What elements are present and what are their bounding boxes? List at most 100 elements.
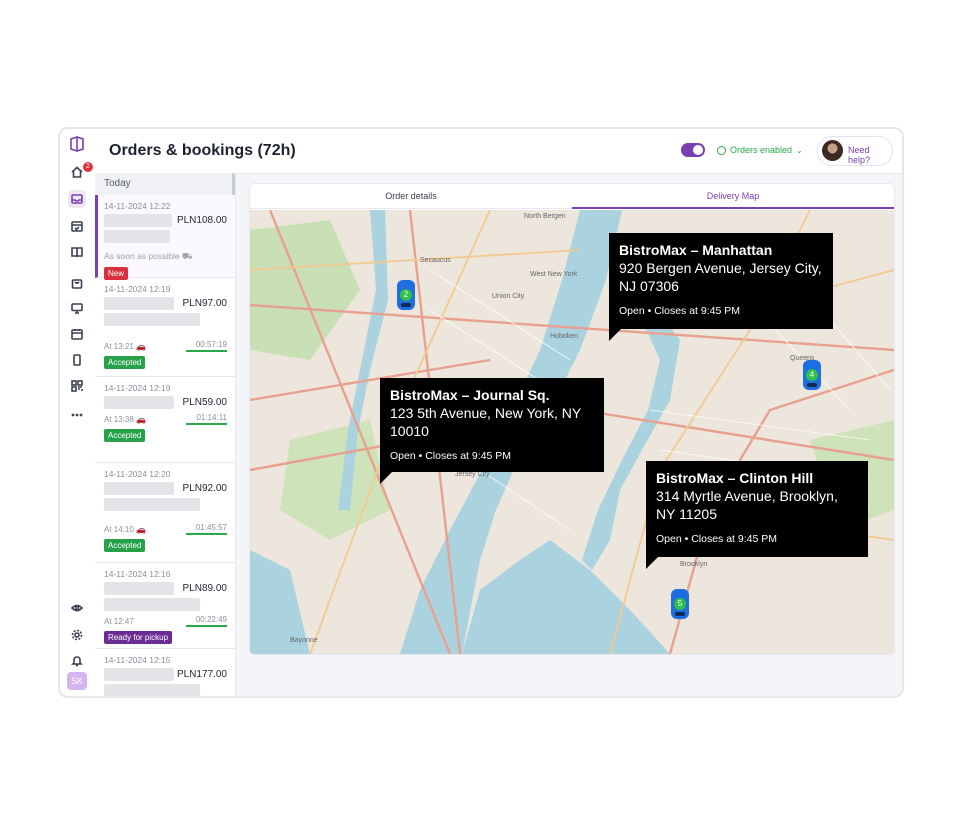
location-name: BistroMax – Clinton Hill xyxy=(656,470,814,486)
calendar-check-icon[interactable] xyxy=(68,217,86,235)
svg-text:North Bergen: North Bergen xyxy=(524,213,566,220)
scheduled-time: At 14:10 🚗 xyxy=(104,525,146,534)
svg-text:Hoboken: Hoboken xyxy=(550,333,578,340)
more-icon[interactable] xyxy=(68,406,86,424)
location-name: BistroMax – Manhattan xyxy=(619,242,773,258)
calendar-icon[interactable] xyxy=(68,325,86,343)
phone-icon[interactable] xyxy=(68,351,86,369)
scheduled-time: At 12:47 xyxy=(104,616,134,626)
svg-text:Brooklyn: Brooklyn xyxy=(680,561,707,568)
order-item[interactable]: 14-11-2024 12:22 PLN108.00 As soon as po… xyxy=(95,195,235,280)
delivery-car-pin[interactable]: 5 xyxy=(671,589,689,619)
orders-status-dropdown[interactable]: Orders enabled ⌄ xyxy=(717,145,803,155)
bell-icon[interactable] xyxy=(68,652,86,670)
scheduled-time: At 13:38 🚗 xyxy=(104,415,146,424)
gear-icon[interactable] xyxy=(68,626,86,644)
user-avatar[interactable]: SK xyxy=(67,672,87,690)
book-icon[interactable] xyxy=(68,243,86,261)
car-icon: 🚗 xyxy=(136,414,147,424)
customer-placeholder xyxy=(104,214,172,227)
location-address: 123 5th Avenue, New York, NY 10010 xyxy=(390,405,581,439)
order-note: As soon as possible ⛟ xyxy=(104,251,227,263)
status-circle-icon xyxy=(717,145,726,155)
order-eta: 00:57:19 xyxy=(185,340,227,352)
svg-text:Bayonne: Bayonne xyxy=(290,637,318,644)
panel-tabs: Order details Delivery Map xyxy=(250,184,894,209)
svg-text:Union City: Union City xyxy=(492,293,525,300)
order-date: 14-11-2024 12:20 xyxy=(104,469,171,479)
location-popup-clinton-hill[interactable]: BistroMax – Clinton Hill 314 Myrtle Aven… xyxy=(646,461,868,569)
orders-status-label: Orders enabled xyxy=(730,145,793,155)
status-badge: Accepted xyxy=(104,429,146,442)
svg-text:Secaucus: Secaucus xyxy=(420,257,451,264)
qr-icon[interactable] xyxy=(68,377,86,395)
details-placeholder xyxy=(104,598,200,611)
car-icon: 🚗 xyxy=(136,524,147,534)
location-status: Open • Closes at 9:45 PM xyxy=(619,305,740,317)
location-address: 314 Myrtle Avenue, Brooklyn, NY 11205 xyxy=(656,488,838,522)
inbox-icon[interactable] xyxy=(68,190,86,208)
location-name: BistroMax – Journal Sq. xyxy=(390,387,550,403)
order-price: PLN89.00 xyxy=(182,583,227,594)
sidebar-rail: 2 SK xyxy=(60,129,96,696)
order-item[interactable]: 14-11-2024 12:16 PLN89.00 At 12:47 00:22:… xyxy=(95,563,235,649)
help-label: Need help? xyxy=(848,145,871,165)
order-item[interactable]: 14-11-2024 12:19 PLN97.00 At 13:21 🚗 00:5… xyxy=(95,278,235,377)
customer-placeholder xyxy=(104,582,174,595)
customer-placeholder xyxy=(104,297,174,310)
status-badge: Ready for pickup xyxy=(104,631,173,644)
order-price: PLN108.00 xyxy=(176,215,227,226)
svg-text:West New York: West New York xyxy=(530,271,578,278)
orders-list: Today 14-11-2024 12:22 PLN108.00 As soon… xyxy=(95,173,236,696)
details-placeholder xyxy=(104,684,200,696)
delivery-car-pin[interactable]: 2 xyxy=(397,280,415,310)
tab-delivery-map[interactable]: Delivery Map xyxy=(572,184,894,209)
location-status: Open • Closes at 9:45 PM xyxy=(390,450,511,462)
scheduled-time-text: At 14:10 xyxy=(104,524,134,534)
help-button[interactable]: Need help? xyxy=(817,136,893,166)
orders-toggle[interactable] xyxy=(681,143,705,157)
monitor-icon[interactable] xyxy=(68,299,86,317)
details-placeholder xyxy=(104,313,200,326)
pin-number: 2 xyxy=(400,289,412,301)
logo-icon[interactable] xyxy=(68,135,86,153)
eye-icon[interactable] xyxy=(68,599,86,617)
order-item[interactable]: 14-11-2024 12:19 PLN59.00 At 13:38 🚗 01:1… xyxy=(95,377,235,463)
order-eta: 01:45:57 xyxy=(185,523,227,535)
section-header: Today xyxy=(95,173,235,195)
notification-badge: 2 xyxy=(83,162,93,172)
scheduled-time-text: At 13:38 xyxy=(104,414,134,424)
bag-icon[interactable] xyxy=(68,274,86,292)
status-badge: Accepted xyxy=(104,356,146,369)
pin-number: 4 xyxy=(806,369,818,381)
customer-placeholder xyxy=(104,396,174,409)
order-price: PLN97.00 xyxy=(182,298,227,309)
order-date: 14-11-2024 12:19 xyxy=(104,284,171,294)
order-eta: 00:22:49 xyxy=(185,615,227,627)
status-badge: Accepted xyxy=(104,539,146,552)
order-date: 14-11-2024 12:16 xyxy=(104,569,171,579)
scheduled-time: At 13:21 🚗 xyxy=(104,342,146,351)
location-address: 920 Bergen Avenue, Jersey City, NJ 07306 xyxy=(619,260,822,294)
location-status: Open • Closes at 9:45 PM xyxy=(656,533,777,545)
order-date: 14-11-2024 12:22 xyxy=(104,201,171,211)
delivery-truck-icon: ⛟ xyxy=(181,251,193,261)
details-placeholder xyxy=(104,498,200,511)
order-price: PLN59.00 xyxy=(182,397,227,408)
tab-order-details[interactable]: Order details xyxy=(250,184,572,209)
chevron-down-icon: ⌄ xyxy=(796,145,803,155)
svg-text:Jersey City: Jersey City xyxy=(455,471,490,478)
location-popup-manhattan[interactable]: BistroMax – Manhattan 920 Bergen Avenue,… xyxy=(609,233,833,341)
delivery-car-pin[interactable]: 4 xyxy=(803,360,821,390)
order-item[interactable]: 14-11-2024 12:20 PLN92.00 At 14:10 🚗 01:4… xyxy=(95,463,235,563)
support-avatar xyxy=(822,140,843,161)
order-item[interactable]: 14-11-2024 12:15 PLN177.00 xyxy=(95,649,235,696)
order-eta: 01:14:11 xyxy=(186,413,227,425)
location-popup-journal-sq[interactable]: BistroMax – Journal Sq. 123 5th Avenue, … xyxy=(380,378,604,484)
customer-placeholder xyxy=(104,668,174,681)
order-date: 14-11-2024 12:15 xyxy=(104,655,171,665)
delivery-map[interactable]: North Bergen West New York Secaucus Unio… xyxy=(250,210,894,654)
top-bar: Orders & bookings (72h) Orders enabled ⌄… xyxy=(95,129,902,174)
car-icon: 🚗 xyxy=(136,341,147,351)
customer-placeholder xyxy=(104,482,174,495)
